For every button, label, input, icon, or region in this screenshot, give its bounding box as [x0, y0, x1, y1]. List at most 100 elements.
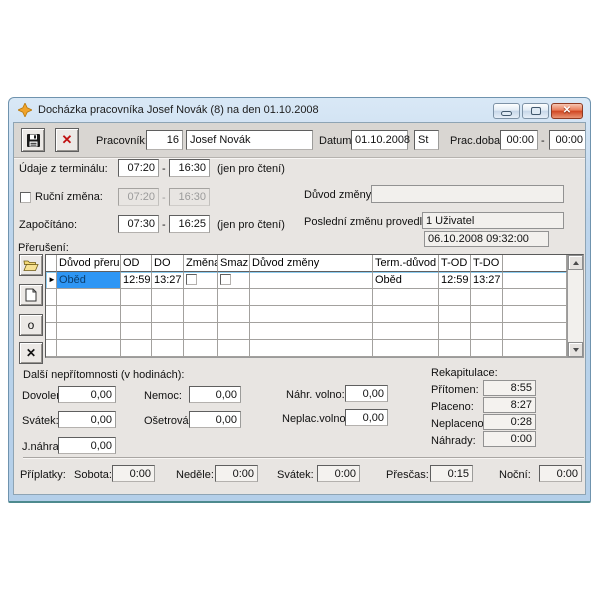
nocni-field: 0:00 — [539, 465, 582, 482]
svatek-bonus-label: Svátek: — [277, 469, 314, 481]
dialog-client-area: ✕ Pracovník: 16 Josef Novák Datum: 01.10… — [13, 122, 586, 495]
header-marker-column — [46, 255, 57, 272]
cell-smaz[interactable] — [218, 272, 250, 289]
neplaceno-label: Neplaceno: — [431, 418, 487, 430]
save-floppy-icon — [26, 133, 41, 148]
maximize-icon — [531, 107, 541, 115]
scroll-down-button[interactable] — [568, 342, 583, 357]
terminal-from-field[interactable]: 07:20 — [118, 159, 159, 177]
smaz-checkbox[interactable] — [220, 274, 231, 285]
manual-to-field[interactable]: 16:30 — [169, 188, 210, 206]
nemoc-field[interactable]: 0,00 — [189, 386, 241, 403]
nedele-field: 0:00 — [215, 465, 258, 482]
delete-record-button[interactable]: ✕ — [19, 342, 43, 364]
table-row-empty[interactable] — [46, 306, 567, 323]
absences-title: Další nepřítomnosti (v hodinách): — [23, 369, 184, 381]
header-term-duvod: Term.-důvod — [373, 255, 439, 272]
prescas-label: Přesčas: — [386, 469, 429, 481]
attendance-dialog-window: Docházka pracovníka Josef Novák (8) na d… — [8, 97, 591, 503]
worker-label: Pracovník: — [96, 135, 148, 147]
cell-term-duvod[interactable]: Oběd — [373, 272, 439, 289]
change-reason-label: Důvod změny: — [304, 189, 374, 201]
terminal-readonly-note: (jen pro čtení) — [217, 163, 285, 175]
window-title: Docházka pracovníka Josef Novák (8) na d… — [38, 104, 319, 116]
sobota-label: Sobota: — [74, 469, 112, 481]
counted-dash: - — [162, 219, 166, 231]
new-document-icon — [25, 288, 37, 302]
dovolena-field[interactable]: 0,00 — [58, 386, 116, 403]
table-row[interactable]: ► Oběd 12:59 13:27 Oběd 12:59 13:27 — [46, 272, 567, 289]
counted-to-field[interactable]: 16:25 — [169, 215, 210, 233]
neplaceno-field: 0:28 — [483, 414, 536, 430]
interruptions-table[interactable]: Důvod přeruše OD DO Změna Smaz. Důvod zm… — [45, 254, 584, 358]
date-label: Datum: — [319, 135, 354, 147]
cell-od[interactable]: 12:59 — [121, 272, 152, 289]
o-button[interactable]: o — [19, 314, 43, 336]
cell-zmena[interactable] — [184, 272, 218, 289]
svatek-field[interactable]: 0,00 — [58, 411, 116, 428]
nahr-volno-label: Náhr. volno: — [286, 389, 345, 401]
table-row-empty[interactable] — [46, 357, 567, 358]
bonuses-title: Příplatky: — [20, 469, 66, 481]
nemoc-label: Nemoc: — [144, 390, 182, 402]
pritomen-field: 8:55 — [483, 380, 536, 396]
row-marker-icon: ► — [46, 272, 57, 289]
cancel-button[interactable]: ✕ — [55, 128, 79, 152]
counted-readonly-note: (jen pro čtení) — [217, 219, 285, 231]
worker-name-field[interactable]: Josef Novák — [186, 130, 313, 150]
cell-do[interactable]: 13:27 — [152, 272, 184, 289]
table-row-empty[interactable] — [46, 323, 567, 340]
worker-id-field[interactable]: 16 — [146, 130, 183, 150]
placeno-label: Placeno: — [431, 401, 474, 413]
worktime-from-field[interactable]: 00:00 — [500, 130, 538, 150]
table-scrollbar[interactable] — [567, 255, 583, 357]
nedele-label: Neděle: — [176, 469, 214, 481]
nocni-label: Noční: — [499, 469, 531, 481]
interruptions-label: Přerušení: — [18, 242, 69, 254]
scroll-up-button[interactable] — [568, 255, 583, 270]
title-bar[interactable]: Docházka pracovníka Josef Novák (8) na d… — [9, 98, 590, 122]
nahr-volno-field[interactable]: 0,00 — [345, 385, 388, 402]
change-reason-field[interactable] — [371, 185, 564, 203]
worktime-to-field[interactable]: 00:00 — [549, 130, 586, 150]
open-folder-icon — [23, 259, 39, 272]
osetrovani-field[interactable]: 0,00 — [189, 411, 241, 428]
counted-from-field[interactable]: 07:30 — [118, 215, 159, 233]
lastchange-user-field: 1 Uživatel — [422, 212, 564, 229]
weekday-field[interactable]: St — [414, 130, 439, 150]
date-field[interactable]: 01.10.2008 — [351, 130, 408, 150]
worktime-dash: - — [541, 135, 545, 147]
open-record-button[interactable] — [19, 254, 43, 276]
minimize-button[interactable] — [493, 103, 520, 119]
new-record-button[interactable] — [19, 284, 43, 306]
manual-change-checkbox[interactable] — [20, 192, 31, 203]
recap-title: Rekapitulace: — [431, 367, 498, 379]
nahrady-field: 0:00 — [483, 431, 536, 447]
terminal-to-field[interactable]: 16:30 — [169, 159, 210, 177]
o-button-label: o — [28, 318, 35, 332]
separator-line — [23, 457, 584, 459]
cell-t-od[interactable]: 12:59 — [439, 272, 471, 289]
placeno-field: 8:27 — [483, 397, 536, 413]
save-button[interactable] — [21, 128, 45, 152]
close-button[interactable]: ✕ — [551, 103, 583, 119]
cell-duvod-zmeny[interactable] — [250, 272, 373, 289]
manual-from-field[interactable]: 07:20 — [118, 188, 159, 206]
cell-t-do[interactable]: 13:27 — [471, 272, 503, 289]
cell-extra[interactable] — [503, 272, 567, 289]
table-header-row: Důvod přeruše OD DO Změna Smaz. Důvod zm… — [46, 255, 567, 272]
neplac-volno-label: Neplac.volno: — [282, 413, 349, 425]
header-duvod-zmeny: Důvod změny — [250, 255, 373, 272]
zmena-checkbox[interactable] — [186, 274, 197, 285]
neplac-volno-field[interactable]: 0,00 — [345, 409, 388, 426]
header-extra — [503, 255, 567, 272]
table-row-empty[interactable] — [46, 289, 567, 306]
table-row-empty[interactable] — [46, 340, 567, 357]
cell-reason[interactable]: Oběd — [57, 272, 121, 289]
maximize-button[interactable] — [522, 103, 549, 119]
black-cross-icon: ✕ — [26, 346, 36, 360]
jnahrada-field[interactable]: 0,00 — [58, 437, 116, 454]
header-t-do: T-DO — [471, 255, 503, 272]
app-icon — [18, 103, 32, 117]
minimize-icon — [501, 111, 512, 116]
